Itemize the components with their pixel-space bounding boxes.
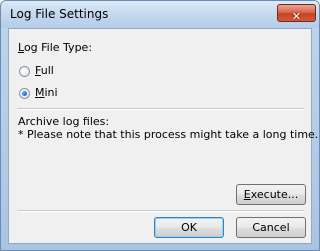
radio-selected-dot (22, 91, 27, 96)
archive-note: * Please note that this process might ta… (18, 128, 319, 141)
cancel-button[interactable]: Cancel (236, 217, 306, 238)
ok-button[interactable]: OK (154, 217, 224, 238)
close-button[interactable]: ✕ (277, 4, 316, 23)
execute-button[interactable]: Execute... (236, 184, 306, 205)
window-title: Log File Settings (10, 7, 109, 21)
title-bar[interactable]: Log File Settings ✕ (1, 1, 319, 28)
radio-full-label[interactable]: Full (35, 64, 54, 77)
close-icon: ✕ (291, 10, 302, 23)
separator-top (17, 108, 304, 110)
radio-mini-label[interactable]: Mini (35, 86, 58, 99)
radio-full[interactable] (19, 66, 30, 77)
log-file-settings-dialog: Log File Settings ✕ Log File Type: Full … (0, 0, 320, 251)
log-file-type-label: Log File Type: (18, 41, 93, 54)
archive-heading: Archive log files: (18, 115, 110, 128)
separator-bottom (17, 210, 304, 212)
radio-mini[interactable] (19, 88, 30, 99)
dialog-client-area: Log File Type: Full Mini Archive log fil… (8, 28, 318, 244)
